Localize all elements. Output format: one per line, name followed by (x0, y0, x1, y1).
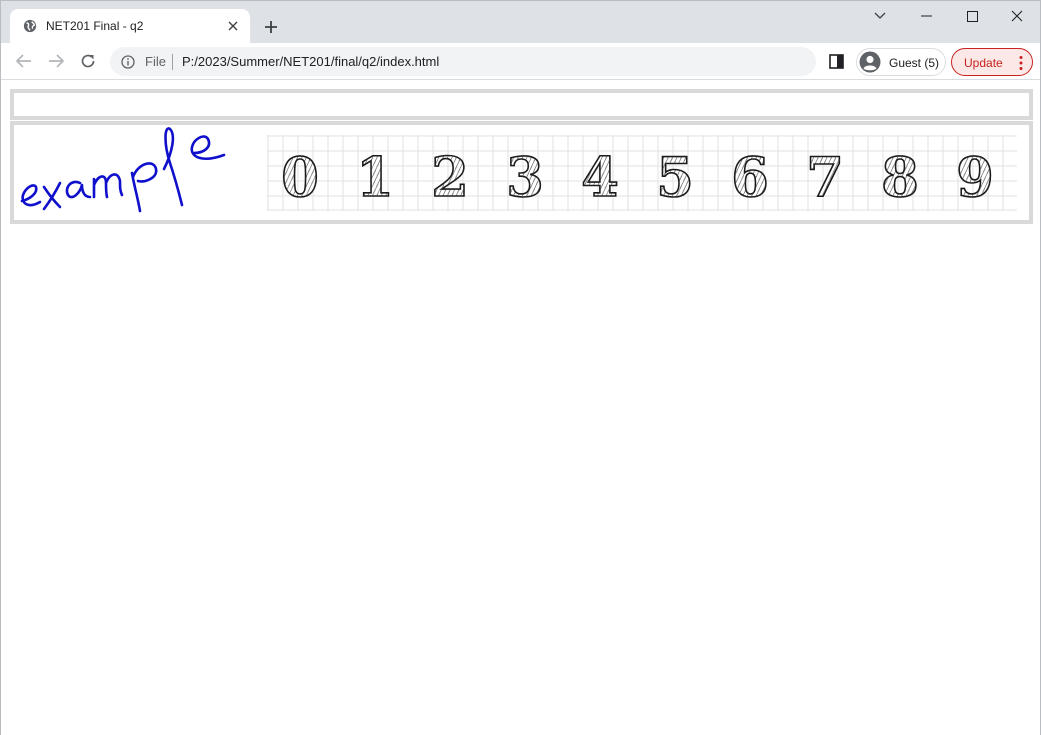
maximize-icon (966, 10, 978, 22)
digit-grid: 00112233445566778899 (267, 135, 1017, 211)
digit-hatching: 9 (946, 147, 1004, 207)
digit-hatching: 0 (271, 147, 329, 207)
digit-hatching: 1 (346, 147, 404, 207)
input-canvas-strip[interactable] (10, 89, 1033, 120)
tab-active[interactable]: NET201 Final - q2 (10, 9, 250, 43)
browser-window: NET201 Final - q2 File P:/2023/Summer/NE… (0, 0, 1041, 735)
separator (172, 54, 173, 70)
profile-label: Guest (5) (889, 56, 940, 70)
digit-hatching: 3 (496, 147, 554, 207)
digit-hatching: 5 (646, 147, 704, 207)
digit-hatching: 6 (721, 147, 779, 207)
browser-toolbar: File P:/2023/Summer/NET201/final/q2/inde… (1, 43, 1040, 80)
update-label: Update (964, 56, 1003, 70)
digit-hatching: 8 (871, 147, 929, 207)
scheme-label: File (145, 54, 166, 69)
forward-button[interactable] (45, 50, 67, 72)
globe-icon (23, 19, 37, 33)
digit-hatching: 4 (571, 147, 629, 207)
tab-search-button[interactable] (857, 1, 903, 31)
more-vert-icon (1019, 56, 1023, 70)
plus-icon (265, 21, 277, 33)
digit-hatching: 7 (796, 147, 854, 207)
drawing-canvas[interactable]: 00112233445566778899 (10, 121, 1033, 224)
forward-arrow-icon (49, 54, 64, 68)
close-icon (228, 21, 238, 31)
back-arrow-icon (16, 54, 31, 68)
update-button[interactable]: Update (951, 48, 1033, 76)
profile-button[interactable]: Guest (5) (856, 48, 946, 76)
digit-hatching: 2 (421, 147, 479, 207)
close-icon (1011, 10, 1023, 22)
chevron-down-icon (874, 12, 886, 19)
tab-strip: NET201 Final - q2 (1, 1, 1040, 43)
reload-button[interactable] (77, 50, 99, 72)
tab-close-button[interactable] (224, 17, 242, 35)
info-icon[interactable] (121, 55, 135, 69)
side-panel-icon[interactable] (827, 52, 847, 72)
window-close-button[interactable] (994, 1, 1040, 31)
back-button[interactable] (13, 50, 35, 72)
page-content: 00112233445566778899 (1, 81, 1040, 735)
maximize-button[interactable] (949, 1, 995, 31)
minimize-button[interactable] (903, 1, 949, 31)
reload-icon (81, 54, 95, 68)
url-text[interactable]: P:/2023/Summer/NET201/final/q2/index.htm… (182, 54, 439, 69)
handwriting-example (20, 127, 226, 213)
address-bar[interactable]: File P:/2023/Summer/NET201/final/q2/inde… (110, 47, 816, 76)
avatar-icon (859, 51, 881, 73)
new-tab-button[interactable] (261, 17, 281, 37)
minimize-icon (920, 15, 932, 17)
tab-title: NET201 Final - q2 (46, 19, 144, 33)
